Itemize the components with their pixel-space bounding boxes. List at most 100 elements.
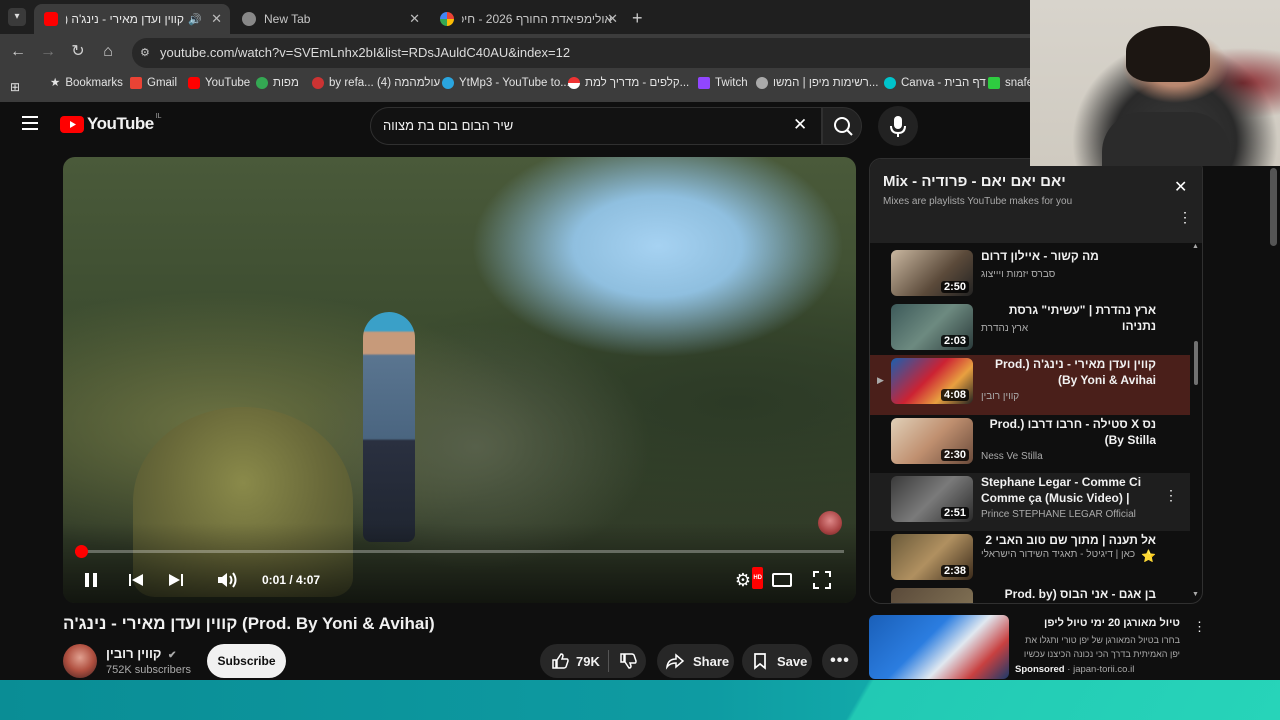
close-playlist-icon[interactable]: ✕ xyxy=(1174,177,1187,197)
voice-search-button[interactable] xyxy=(878,106,918,146)
playlist-title: Mix - יאם יאם יאם - פרודיה xyxy=(883,173,1066,190)
list-item[interactable]: 2:03 ארץ נהדרת | "עשיתי" גרסת נתניהו ארץ… xyxy=(870,301,1190,357)
bookmark-item[interactable]: by refa... עולמהמה (4) xyxy=(312,72,440,94)
webcam-person-body xyxy=(1102,112,1230,166)
ad-description: בחרו בטיול המאורגן של יפן טורי ותגלו את … xyxy=(1023,635,1180,659)
video-thumbnail: 2:51 xyxy=(891,476,973,522)
speaker-icon[interactable]: 🔊 xyxy=(188,13,202,26)
progress-bar[interactable] xyxy=(75,545,844,558)
playlist-items: 2:50 מה קשור - איילון דרום סברס יזמות וי… xyxy=(870,247,1202,603)
bookmark-item[interactable]: Twitch xyxy=(698,72,748,94)
previous-button[interactable] xyxy=(126,569,146,591)
settings-button[interactable]: ⚙ HD xyxy=(731,567,763,591)
share-button[interactable]: Share xyxy=(657,644,734,678)
bookmark-item[interactable]: קלפים - מדריך למת... xyxy=(568,72,689,94)
close-tab-icon[interactable]: ✕ xyxy=(409,11,420,27)
close-tab-icon[interactable]: ✕ xyxy=(211,11,222,27)
video-thumbnail: 4:08 xyxy=(891,358,973,404)
ad-title: טיול מאורגן 20 ימי טיול ליפן xyxy=(1044,617,1180,629)
new-tab-plus-icon[interactable]: + xyxy=(632,8,643,29)
theater-mode-button[interactable] xyxy=(770,569,794,591)
fullscreen-icon xyxy=(813,571,831,589)
bookmark-item[interactable]: YtMp3 - YouTube to... xyxy=(442,72,570,94)
close-tab-icon[interactable]: ✕ xyxy=(607,11,618,27)
chrome-favicon-icon xyxy=(242,12,256,26)
desktop-background-strip xyxy=(0,680,1280,720)
channel-avatar[interactable] xyxy=(63,644,97,678)
thumbs-up-icon xyxy=(552,653,569,669)
bookmark-item[interactable]: מפות xyxy=(256,72,299,94)
video-thumbnail: 2:03 xyxy=(891,304,973,350)
bookmark-item[interactable]: Canva - דף הבית xyxy=(884,72,986,94)
progress-scrubber[interactable] xyxy=(75,545,88,558)
list-item[interactable]: 2:30 נס X סטילה - חרבו דרבו (Prod. By St… xyxy=(870,415,1190,473)
sponsored-ad[interactable]: טיול מאורגן 20 ימי טיול ליפן בחרו בטיול … xyxy=(869,615,1206,679)
list-item-current[interactable]: ▶ 4:08 קווין ועדן מאירי - נינג'ה (Prod. … xyxy=(870,355,1190,415)
item-menu-icon[interactable]: ⋮ xyxy=(1164,487,1178,504)
tab-search-dropdown[interactable]: ▾ xyxy=(8,8,26,26)
verified-check-icon: ✔ xyxy=(168,650,177,661)
site-info-icon[interactable]: ⚙ xyxy=(140,38,150,68)
youtube-logo[interactable]: YouTube IL xyxy=(60,113,162,134)
pause-icon xyxy=(85,573,97,587)
page-scrollbar[interactable] xyxy=(1270,168,1277,246)
next-button[interactable] xyxy=(166,569,186,591)
channel-watermark[interactable] xyxy=(818,511,842,535)
theater-icon xyxy=(772,573,792,587)
globe-icon xyxy=(756,77,768,89)
forward-arrow-icon[interactable]: → xyxy=(38,42,58,62)
save-button[interactable]: Save xyxy=(742,644,812,678)
bookmark-item[interactable]: רשימות מיפן | המשו... xyxy=(756,72,878,94)
list-item[interactable]: 2:38 אל תענה | מתוך שם טוב האבי 2 ⭐ כאן … xyxy=(870,531,1190,587)
video-thumbnail: 2:50 xyxy=(891,250,973,296)
channel-name[interactable]: קווין רובין ✔ xyxy=(106,646,176,661)
list-item[interactable]: 2:50 מה קשור - איילון דרום סברס יזמות וי… xyxy=(870,247,1190,303)
playlist-menu-icon[interactable]: ⋮ xyxy=(1178,210,1192,224)
skip-previous-icon xyxy=(129,574,143,586)
bookmark-item[interactable]: ★ Bookmarks xyxy=(50,72,123,94)
now-playing-icon: ▶ xyxy=(877,375,884,385)
home-icon[interactable]: ⌂ xyxy=(98,42,118,62)
like-button[interactable]: 79K xyxy=(540,651,608,671)
apps-grid-icon[interactable]: ⊞ xyxy=(10,76,20,98)
tab-google-search[interactable]: אולימפיאדת החורף 2026 - חיפוש ✕ xyxy=(430,4,626,34)
list-item[interactable]: בן אגם - אני הבוס (Prod. by Shrek xyxy=(870,585,1190,603)
search-input[interactable]: שיר הבום בום בת מצווה xyxy=(370,107,822,145)
video-player[interactable]: 0:01 / 4:07 ⚙ HD xyxy=(63,157,856,603)
pause-button[interactable] xyxy=(81,569,101,591)
bookmark-item[interactable]: snafe xyxy=(988,72,1033,94)
playlist-scrollbar[interactable] xyxy=(1194,341,1198,385)
tab-youtube[interactable]: קווין ועדן מאירי - נינג'ה (Prod. By Yoni… xyxy=(34,4,230,34)
gear-icon: ⚙ xyxy=(734,570,752,590)
ad-menu-icon[interactable]: ⋮ xyxy=(1193,619,1206,635)
share-icon xyxy=(665,653,685,670)
scroll-down-arrow-icon[interactable]: ▼ xyxy=(1192,591,1199,598)
bookmark-item[interactable]: YouTube xyxy=(188,72,250,94)
playlist-subtitle: Mixes are playlists YouTube makes for yo… xyxy=(883,196,1073,207)
reload-icon[interactable]: ↻ xyxy=(68,42,88,62)
microphone-icon xyxy=(890,116,906,137)
tab-title: קווין ועדן מאירי - נינג'ה (Prod. By Yoni… xyxy=(66,12,184,26)
volume-button[interactable] xyxy=(215,569,239,591)
dislike-button[interactable] xyxy=(609,651,638,671)
bookmark-item[interactable]: Gmail xyxy=(130,72,177,94)
subscribe-button[interactable]: Subscribe xyxy=(207,644,286,678)
pokeball-icon xyxy=(568,77,580,89)
time-display: 0:01 / 4:07 xyxy=(262,573,321,587)
clear-search-icon[interactable]: ✕ xyxy=(793,115,807,135)
search-icon xyxy=(834,117,853,136)
address-bar[interactable]: ⚙ youtube.com/watch?v=SVEmLnhx2bI&list=R… xyxy=(132,38,1052,68)
video-frame-person xyxy=(363,312,415,542)
fullscreen-button[interactable] xyxy=(811,569,833,591)
menu-hamburger-icon[interactable] xyxy=(22,116,38,130)
snafe-icon xyxy=(988,77,1000,89)
more-actions-button[interactable]: ••• xyxy=(822,644,858,678)
video-thumbnail xyxy=(891,588,973,603)
tab-new-tab[interactable]: New Tab ✕ xyxy=(232,4,428,34)
youtube-play-logo-icon xyxy=(60,115,84,133)
back-arrow-icon[interactable]: ← xyxy=(8,42,28,62)
list-item-hovered[interactable]: 2:51 Stephane Legar - Comme Ci Comme ça … xyxy=(870,473,1190,531)
scroll-up-arrow-icon[interactable]: ▲ xyxy=(1192,243,1199,250)
ad-thumbnail xyxy=(869,615,1009,679)
search-button[interactable] xyxy=(822,107,862,145)
